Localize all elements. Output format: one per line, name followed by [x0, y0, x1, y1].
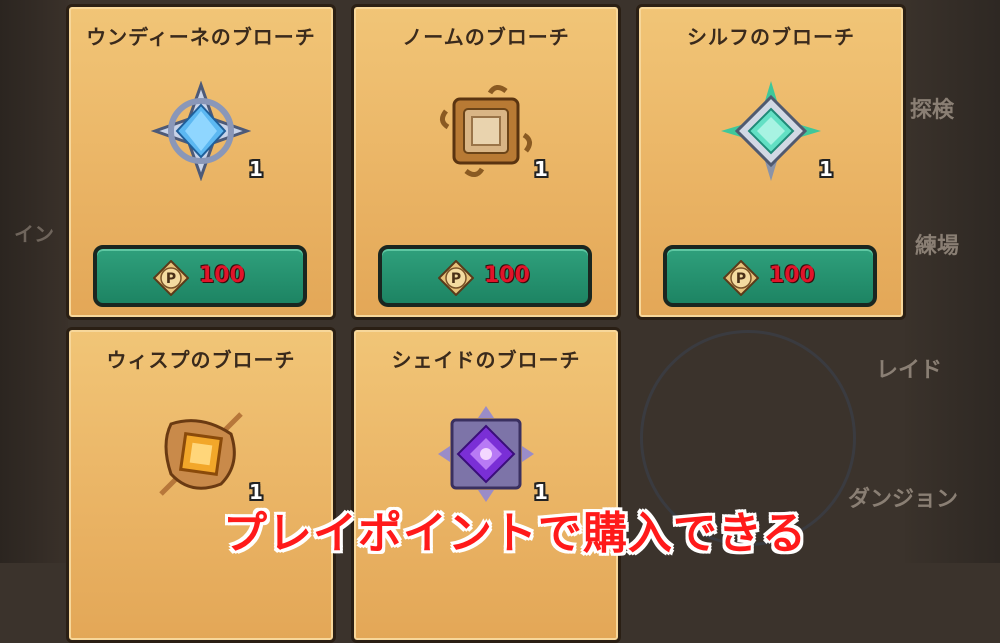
price-label: 100: [769, 263, 815, 288]
card-title: シルフのブローチ: [687, 25, 855, 49]
undine-brooch-icon: [151, 81, 251, 181]
buy-button[interactable]: P 100: [663, 245, 877, 307]
svg-text:P: P: [451, 271, 461, 287]
item-quantity: 1: [534, 157, 548, 181]
item-quantity: 1: [249, 157, 263, 181]
sylph-brooch-icon: [721, 81, 821, 181]
background-menu-raid[interactable]: レイド: [876, 352, 942, 384]
card-title: ノームのブローチ: [402, 25, 570, 49]
card-title: シェイドのブローチ: [391, 348, 581, 372]
shop-card-gnome[interactable]: ノームのブローチ 1 P 100: [351, 4, 621, 320]
gnome-brooch-icon: [440, 85, 532, 177]
promo-caption: プレイポイントで購入できる: [222, 508, 808, 559]
svg-text:P: P: [736, 271, 746, 287]
play-point-icon: P: [153, 260, 189, 296]
buy-button[interactable]: P 100: [378, 245, 592, 307]
background-menu-explore[interactable]: 探検: [910, 92, 954, 124]
shop-card-wisp[interactable]: ウィスプのブローチ 1: [66, 327, 336, 643]
background-menu-training[interactable]: 練場: [915, 228, 959, 260]
play-point-icon: P: [438, 260, 474, 296]
background-left-panel: [0, 0, 68, 563]
shop-card-undine[interactable]: ウンディーネのブローチ 1 P 100: [66, 4, 336, 320]
play-point-icon: P: [723, 260, 759, 296]
shade-brooch-icon: [438, 406, 534, 502]
price-label: 100: [484, 263, 530, 288]
background-right-menu: [905, 0, 1000, 563]
price-label: 100: [199, 263, 245, 288]
card-title: ウィスプのブローチ: [106, 348, 296, 372]
shop-card-shade[interactable]: シェイドのブローチ 1: [351, 327, 621, 643]
shop-card-sylph[interactable]: シルフのブローチ 1 P 100: [636, 4, 906, 320]
wisp-brooch-icon: [159, 412, 243, 496]
card-title: ウンディーネのブローチ: [86, 25, 316, 49]
svg-text:P: P: [166, 271, 176, 287]
buy-button[interactable]: P 100: [93, 245, 307, 307]
item-quantity: 1: [819, 157, 833, 181]
background-left-label: イン: [14, 222, 54, 246]
